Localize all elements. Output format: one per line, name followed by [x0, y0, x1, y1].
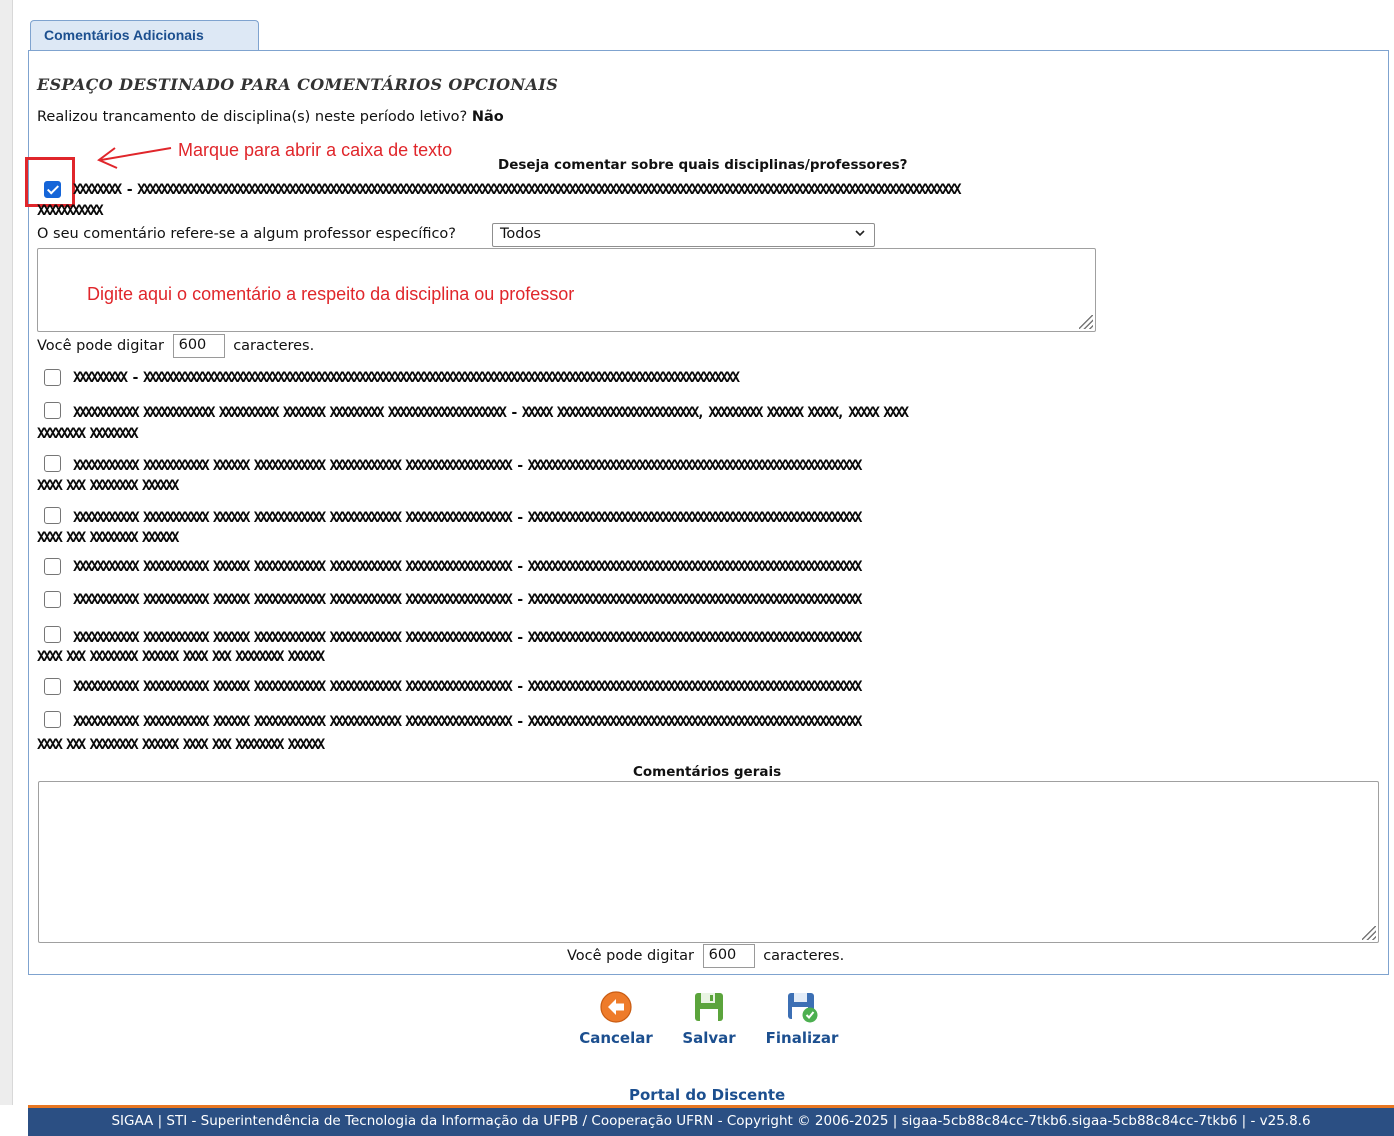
resize-grip-icon[interactable] — [1079, 315, 1093, 329]
cancel-label: Cancelar — [579, 1029, 653, 1047]
discipline-label-4-cont: XXXX XXX XXXXXXXX XXXXXX — [37, 478, 179, 494]
resize-grip-icon[interactable] — [1362, 926, 1376, 940]
discipline-checkbox-1[interactable] — [44, 181, 61, 198]
discipline-label-8: XXXXXXXXXXX XXXXXXXXXXX XXXXXX XXXXXXXXX… — [73, 630, 862, 646]
discipline-checkbox-3[interactable] — [44, 402, 61, 419]
arrow-annotation-icon — [97, 147, 172, 169]
discipline-checkbox-10[interactable] — [44, 711, 61, 728]
discipline-checkbox-4[interactable] — [44, 455, 61, 472]
discipline-label-1: XXXXXXXX - XXXXXXXXXXXXXXXXXXXXXXXXXXXXX… — [73, 182, 962, 198]
discipline-checkbox-6[interactable] — [44, 558, 61, 575]
discipline-checkbox-7[interactable] — [44, 591, 61, 608]
professor-select[interactable]: Todos — [492, 223, 875, 247]
discipline-checkbox-9[interactable] — [44, 678, 61, 695]
finish-button[interactable]: Finalizar — [760, 990, 844, 1047]
chevron-down-icon — [855, 230, 865, 237]
back-arrow-icon — [600, 991, 632, 1023]
textarea-hint-annotation: Digite aqui o comentário a respeito da d… — [87, 284, 575, 304]
discipline-label-5: XXXXXXXXXXX XXXXXXXXXXX XXXXXX XXXXXXXXX… — [73, 510, 862, 526]
discipline-label-1-cont: XXXXXXXXXXX — [37, 203, 104, 219]
discipline-label-10-cont: XXXX XXX XXXXXXXX XXXXXX XXXX XXX XXXXXX… — [37, 737, 325, 753]
footer-text: SIGAA | STI - Superintendência de Tecnol… — [111, 1113, 1311, 1129]
discipline-label-4: XXXXXXXXXXX XXXXXXXXXXX XXXXXX XXXXXXXXX… — [73, 458, 862, 474]
portal-discente-link[interactable]: Portal do Discente — [629, 1086, 785, 1104]
professor-select-label: O seu comentário refere-se a algum profe… — [37, 226, 456, 242]
cancel-button[interactable]: Cancelar — [576, 990, 656, 1047]
trancamento-label: Realizou trancamento de disciplina(s) ne… — [37, 109, 468, 125]
save-check-icon — [788, 993, 818, 1023]
counter-value: 600 — [172, 334, 225, 358]
counter-value: 600 — [702, 944, 755, 968]
discipline-char-counter: Você pode digitar 600 caracteres. — [37, 334, 314, 358]
tab-comentarios-adicionais[interactable]: Comentários Adicionais — [30, 20, 259, 51]
save-label: Salvar — [682, 1029, 736, 1047]
general-char-counter: Você pode digitar 600 caracteres. — [567, 944, 844, 968]
save-button[interactable]: Salvar — [676, 990, 742, 1047]
finish-label: Finalizar — [765, 1029, 839, 1047]
general-comments-label: Comentários gerais — [633, 764, 782, 780]
discipline-label-10: XXXXXXXXXXX XXXXXXXXXXX XXXXXX XXXXXXXXX… — [73, 714, 862, 730]
left-scroll-gutter — [0, 0, 13, 1105]
counter-prefix: Você pode digitar — [567, 948, 694, 964]
discipline-label-3: XXXXXXXXXXX XXXXXXXXXXXX XXXXXXXXXX XXXX… — [73, 405, 909, 421]
trancamento-answer: Não — [471, 109, 504, 125]
general-comments-textarea[interactable] — [38, 781, 1379, 943]
save-disk-icon — [695, 993, 723, 1021]
discipline-label-5-cont: XXXX XXX XXXXXXXX XXXXXX — [37, 530, 179, 546]
discipline-checkbox-8[interactable] — [44, 626, 61, 643]
counter-suffix: caracteres. — [763, 948, 845, 964]
discipline-label-9: XXXXXXXXXXX XXXXXXXXXXX XXXXXX XXXXXXXXX… — [73, 679, 862, 695]
professor-select-value: Todos — [500, 226, 541, 242]
discipline-label-8-cont: XXXX XXX XXXXXXXX XXXXXX XXXX XXX XXXXXX… — [37, 649, 325, 665]
trancamento-question: Realizou trancamento de disciplina(s) ne… — [37, 109, 504, 125]
discipline-label-6: XXXXXXXXXXX XXXXXXXXXXX XXXXXX XXXXXXXXX… — [73, 559, 862, 575]
footer-bar: SIGAA | STI - Superintendência de Tecnol… — [28, 1105, 1394, 1136]
discipline-label-3-cont: XXXXXXXX XXXXXXXX — [37, 426, 139, 442]
discipline-label-7: XXXXXXXXXXX XXXXXXXXXXX XXXXXX XXXXXXXXX… — [73, 592, 862, 608]
counter-suffix: caracteres. — [233, 338, 315, 354]
checkbox-hint-annotation: Marque para abrir a caixa de texto — [178, 140, 453, 160]
discipline-checkbox-2[interactable] — [44, 369, 61, 386]
discipline-checkbox-5[interactable] — [44, 507, 61, 524]
counter-prefix: Você pode digitar — [37, 338, 164, 354]
disciplines-header: Deseja comentar sobre quais disciplinas/… — [498, 157, 908, 173]
discipline-label-2: XXXXXXXXX - XXXXXXXXXXXXXXXXXXXXXXXXXXXX… — [73, 370, 740, 386]
section-title: ESPAÇO DESTINADO PARA COMENTÁRIOS OPCION… — [37, 75, 559, 94]
